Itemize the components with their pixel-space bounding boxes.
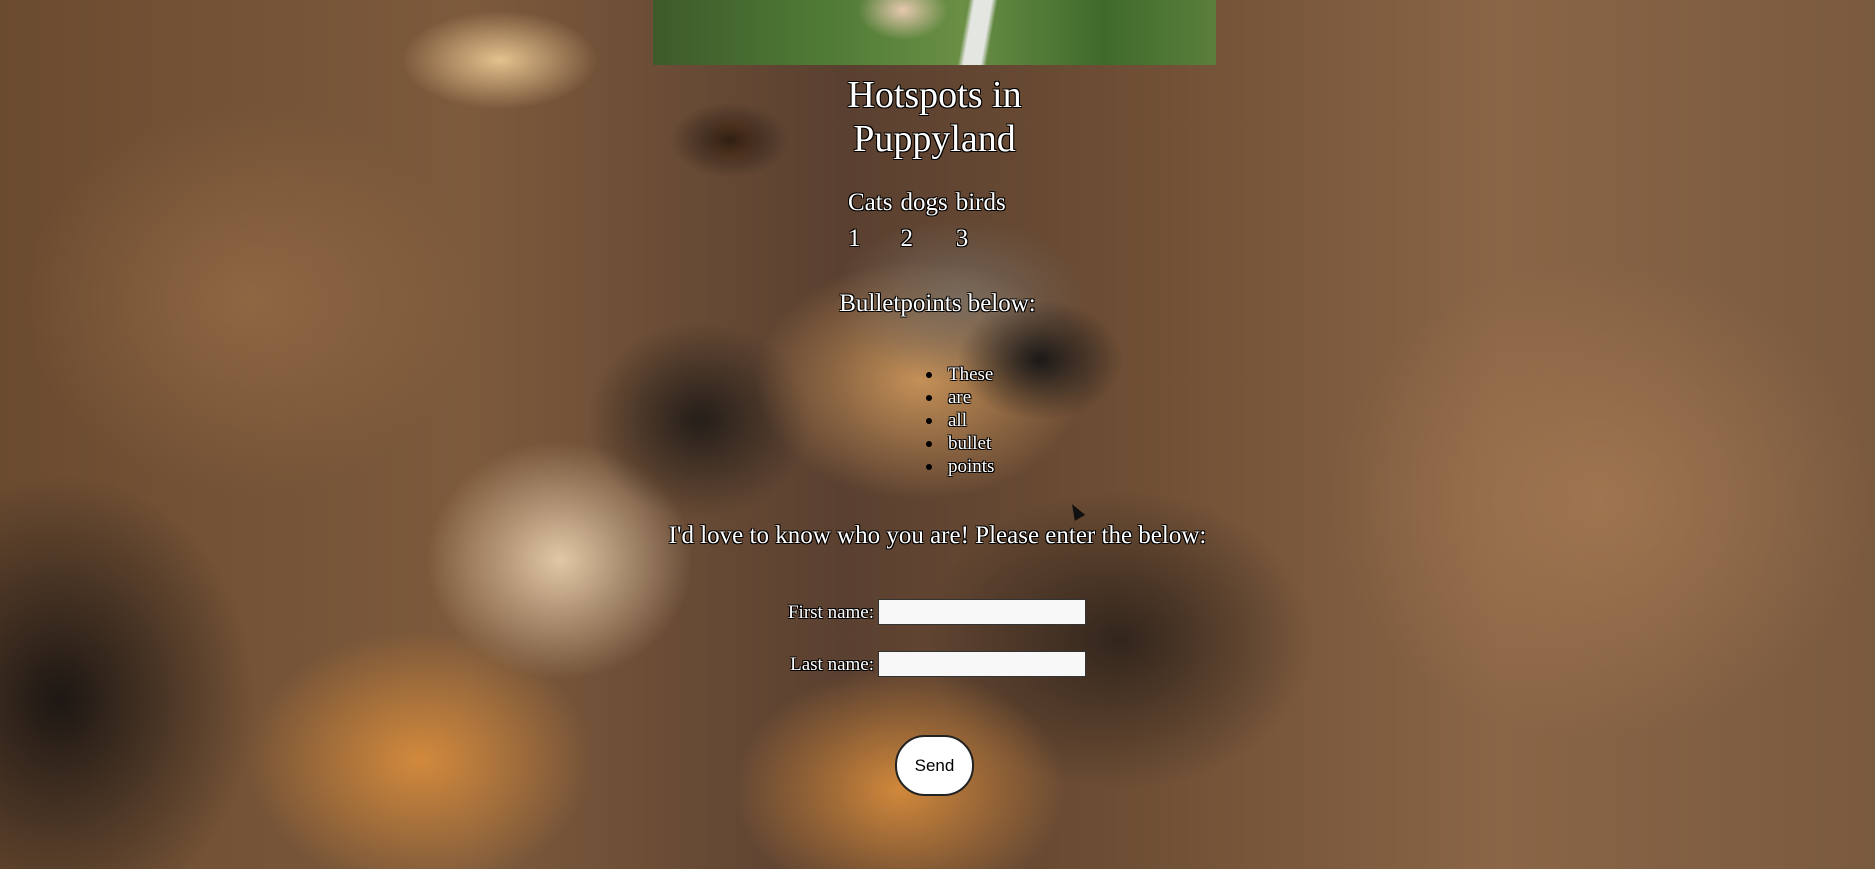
stats-header-cats: Cats	[848, 189, 893, 216]
last-name-row: Last name:	[700, 651, 1200, 679]
list-item: points	[925, 456, 995, 477]
list-item: are	[925, 386, 994, 409]
stats-header-dogs: dogs	[900, 189, 948, 216]
stats-value-dogs: 2	[900, 225, 913, 252]
first-name-field[interactable]	[878, 599, 1086, 625]
list-item: bullet	[925, 432, 994, 455]
stats-header-row: Cats dogs birds	[847, 188, 1007, 218]
last-name-field[interactable]	[878, 651, 1086, 677]
bullets-heading: Bulletpoints below:	[839, 290, 1036, 317]
send-button[interactable]: Send	[895, 735, 974, 796]
page-content: Hotspots in Puppyland Cats dogs birds 1 …	[0, 0, 1875, 869]
form-intro: I'd love to know who you are! Please ent…	[668, 522, 1207, 549]
stats-header-birds: birds	[955, 189, 1006, 216]
bullet-list: These are all bullet points	[925, 363, 995, 478]
first-name-label: First name:	[787, 602, 874, 623]
first-name-row: First name:	[700, 599, 1200, 627]
stats-table: Cats dogs birds 1 2 3	[841, 182, 1013, 260]
stats-value-row: 1 2 3	[847, 224, 1007, 254]
stats-value-birds: 3	[955, 225, 969, 252]
last-name-label: Last name:	[790, 654, 874, 675]
list-item: all	[925, 409, 994, 432]
stats-value-cats: 1	[848, 225, 861, 252]
list-item: These	[925, 364, 994, 385]
page-title: Hotspots in Puppyland	[847, 74, 1022, 160]
